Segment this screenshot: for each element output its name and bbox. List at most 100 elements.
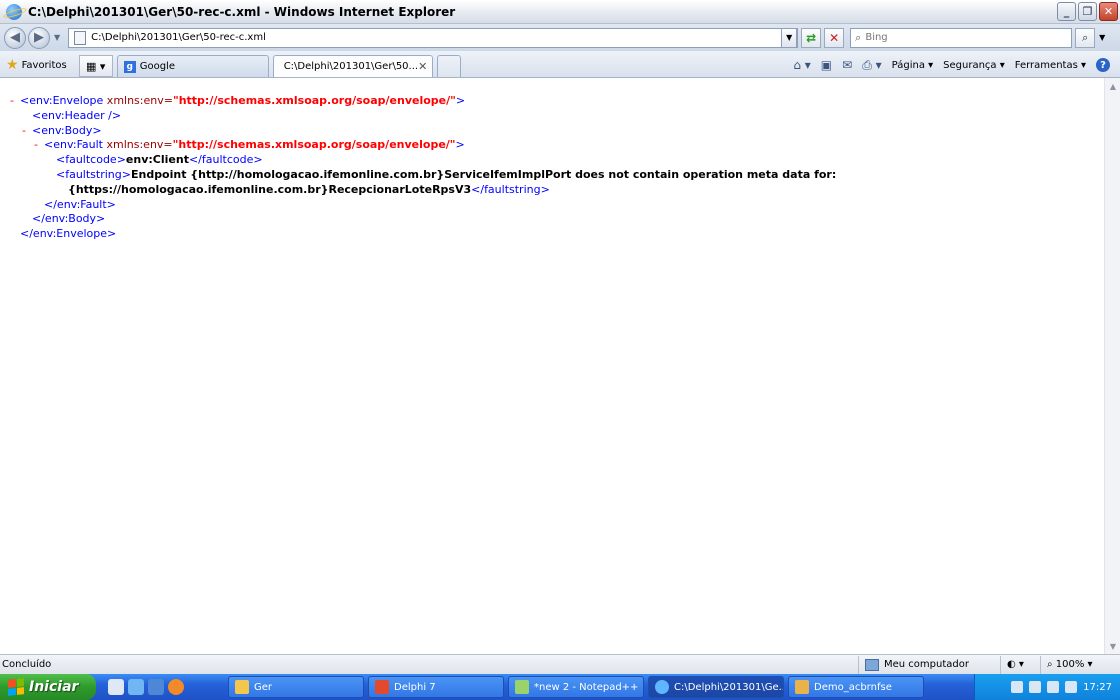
xml-text: Endpoint {http://homologacao.ifemonline.… <box>130 167 837 181</box>
xml-tag: <env:Envelope <box>20 94 104 107</box>
zoom-dropdown-icon[interactable]: ▾ <box>1084 659 1093 670</box>
tools-menu[interactable]: Ferramentas ▾ <box>1015 60 1086 71</box>
network-icon[interactable] <box>1047 681 1060 693</box>
back-button[interactable]: ◀ <box>4 26 26 49</box>
task-ger[interactable]: Ger <box>228 676 364 698</box>
xml-line: </env:Envelope> <box>10 227 836 242</box>
protected-mode-indicator[interactable]: ◐ ▾ <box>1000 655 1040 674</box>
help-tray-icon[interactable] <box>1029 681 1042 693</box>
quick-tabs-button[interactable]: ▦ ▾ <box>78 55 113 77</box>
xml-attribute: xmlns:env= <box>102 138 173 152</box>
status-text: Concluído <box>2 659 52 670</box>
favorites-label: Favoritos <box>21 59 67 71</box>
clock[interactable]: 17:27 <box>1083 682 1112 693</box>
navigation-bar: ◀ ▶ ▼ ▼ ⇄ ✕ ⌕ ⌕ ▼ <box>0 24 1120 51</box>
favorites-button[interactable]: ★ Favoritos <box>0 53 73 77</box>
title-bar: C:\Delphi\201301\Ger\50-rec-c.xml - Wind… <box>0 0 1120 24</box>
system-tray: 17:27 <box>974 674 1120 700</box>
minimize-button[interactable]: _ <box>1057 2 1076 21</box>
windows-logo-icon <box>8 678 24 696</box>
notepad-icon <box>515 680 529 694</box>
refresh-button[interactable]: ⇄ <box>801 27 822 48</box>
tab-google[interactable]: g Google <box>116 55 269 77</box>
task-label: Delphi 7 <box>394 681 436 693</box>
scroll-down-arrow[interactable]: ▼ <box>1105 638 1120 654</box>
show-desktop-icon[interactable] <box>108 679 124 695</box>
search-input[interactable] <box>865 32 1066 43</box>
collapse-toggle[interactable]: - <box>34 138 44 153</box>
task-notepad[interactable]: *new 2 - Notepad++ <box>508 676 644 698</box>
home-icon[interactable]: ⌂ ▾ <box>793 58 810 72</box>
xml-tag: <env:Header <box>32 108 105 122</box>
xml-tag: </env:Envelope> <box>20 227 117 241</box>
page-content: - <env:Envelope xmlns:env="http://schemas… <box>0 78 1104 654</box>
xml-line: <env:Header /> <box>10 109 836 124</box>
xml-tag: </env:Fault> <box>44 197 116 211</box>
status-bar: Concluído Meu computador ◐ ▾ ⌕ 100% ▾ <box>0 654 1120 674</box>
xml-tag: <faultcode> <box>56 153 126 167</box>
xml-line[interactable]: - <env:Envelope xmlns:env="http://schemas… <box>10 94 836 109</box>
new-tab-button[interactable] <box>436 55 461 77</box>
search-button[interactable]: ⌕ <box>1075 27 1096 48</box>
xml-tag: </faultstring> <box>471 182 550 196</box>
browser-icon[interactable] <box>148 679 164 695</box>
collapse-toggle[interactable]: - <box>22 124 32 139</box>
xml-tag: <faultstring> <box>56 167 131 181</box>
ie-window: C:\Delphi\201301\Ger\50-rec-c.xml - Wind… <box>0 0 1120 700</box>
security-zone[interactable]: Meu computador <box>858 655 1000 674</box>
address-dropdown-button[interactable]: ▼ <box>781 27 798 48</box>
xml-line[interactable]: - <env:Body> <box>10 124 836 139</box>
stop-button[interactable]: ✕ <box>824 27 845 48</box>
tab-xml-file[interactable]: C:\Delphi\201301\Ger\50... ✕ <box>272 55 433 77</box>
start-button[interactable]: Iniciar <box>0 674 96 700</box>
address-bar: ▼ <box>68 27 799 48</box>
task-label: Ger <box>254 681 273 693</box>
address-input[interactable] <box>91 32 772 43</box>
xml-attribute-value: "http://schemas.xmlsoap.org/soap/envelop… <box>172 138 456 152</box>
xml-tag: > <box>92 123 102 137</box>
taskbar: Iniciar Ger Delphi 7 *new 2 - Notepad++ … <box>0 674 1120 700</box>
task-label: C:\Delphi\201301\Ge... <box>674 681 784 693</box>
collapse-toggle[interactable]: - <box>10 94 20 109</box>
vertical-scrollbar[interactable]: ▲ ▼ <box>1104 78 1120 654</box>
favorites-tab-row: ★ Favoritos ▦ ▾ g Google C:\Delphi\20130… <box>0 51 1120 78</box>
xml-line: </env:Body> <box>10 212 836 227</box>
zone-label: Meu computador <box>884 659 969 670</box>
page-menu[interactable]: Página ▾ <box>892 60 934 71</box>
help-icon[interactable]: ? <box>1096 58 1110 72</box>
print-icon[interactable]: ⎙ ▾ <box>862 58 881 73</box>
close-tab-icon[interactable]: ✕ <box>418 60 427 73</box>
xml-line[interactable]: - <env:Fault xmlns:env="http://schemas.xm… <box>10 138 836 153</box>
security-menu[interactable]: Segurança ▾ <box>943 60 1005 71</box>
zoom-control[interactable]: ⌕ 100% ▾ <box>1040 655 1120 674</box>
volume-icon[interactable] <box>1065 681 1078 693</box>
scroll-up-arrow[interactable]: ▲ <box>1105 78 1120 94</box>
window-title: C:\Delphi\201301\Ger\50-rec-c.xml - Wind… <box>28 4 456 19</box>
restore-button[interactable]: ❐ <box>1078 2 1097 21</box>
internet-explorer-icon[interactable] <box>128 679 144 695</box>
recent-pages-dropdown[interactable]: ▼ <box>54 33 60 42</box>
task-demo[interactable]: Demo_acbrnfse <box>788 676 924 698</box>
folder-icon <box>235 680 249 694</box>
feeds-icon[interactable]: ▣ <box>821 58 832 72</box>
forward-button[interactable]: ▶ <box>28 26 50 49</box>
task-label: *new 2 - Notepad++ <box>534 681 639 693</box>
xml-text: env:Client <box>125 153 189 167</box>
application-icon <box>795 680 809 694</box>
xml-tag: </faultcode> <box>188 153 263 167</box>
xml-tag: <env:Body <box>32 123 93 137</box>
quick-launch <box>108 679 184 695</box>
task-ie[interactable]: C:\Delphi\201301\Ge... <box>648 676 784 698</box>
computer-icon <box>865 658 879 671</box>
xml-line: </env:Fault> <box>10 198 836 213</box>
task-delphi[interactable]: Delphi 7 <box>368 676 504 698</box>
xml-line: <faultstring>Endpoint {http://homologaca… <box>10 168 836 183</box>
close-button[interactable]: ✕ <box>1099 2 1118 21</box>
task-label: Demo_acbrnfse <box>814 681 892 693</box>
search-options-dropdown[interactable]: ▼ <box>1096 28 1108 48</box>
search-box: ⌕ <box>850 27 1073 48</box>
firefox-icon[interactable] <box>168 679 184 695</box>
mail-icon[interactable]: ✉ <box>842 58 852 72</box>
keyboard-icon[interactable] <box>1011 681 1024 693</box>
xml-attribute-value: "http://schemas.xmlsoap.org/soap/envelop… <box>172 94 456 107</box>
